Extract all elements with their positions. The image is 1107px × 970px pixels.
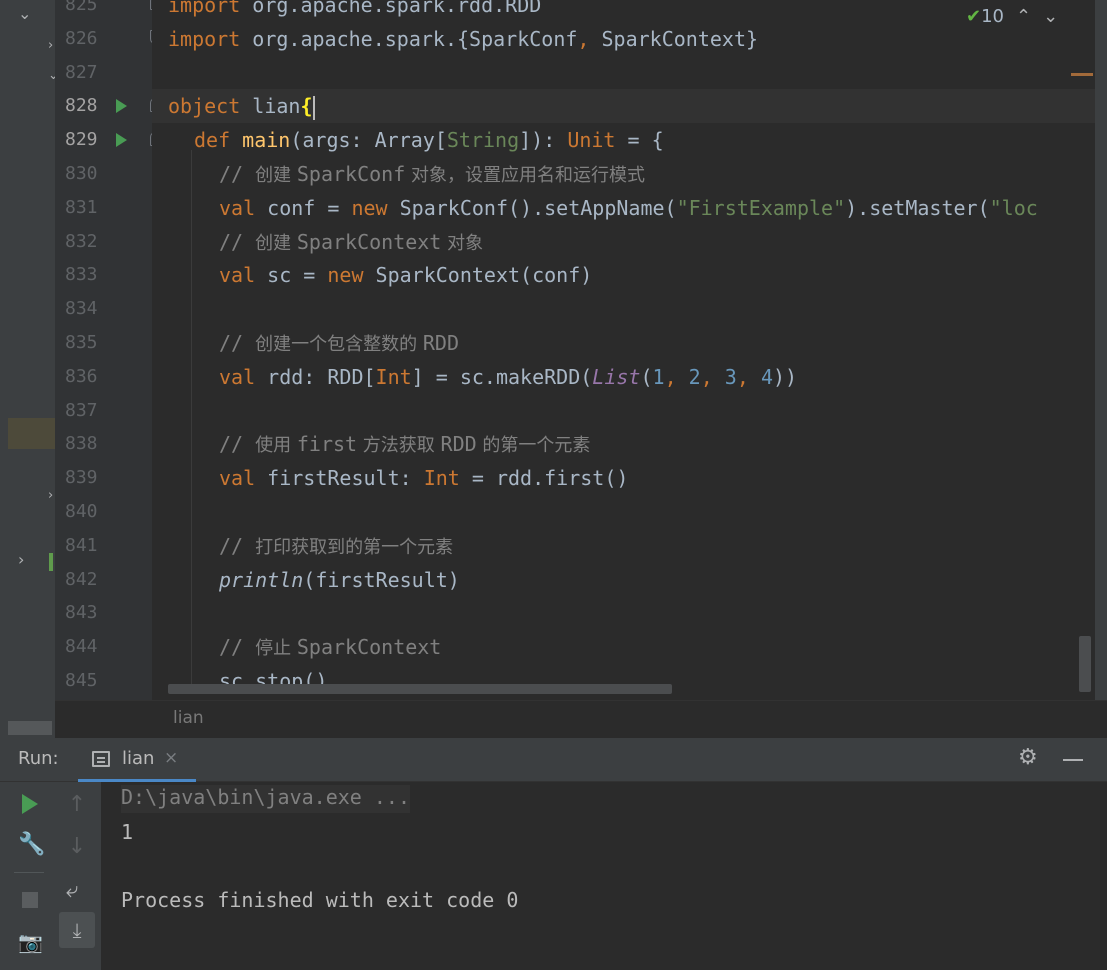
breadcrumb-item[interactable]: lian bbox=[173, 708, 204, 728]
wrench-icon[interactable]: 🔧 bbox=[18, 832, 45, 857]
tab-label: lian bbox=[122, 748, 155, 769]
line-number: 843 bbox=[65, 602, 98, 623]
run-console[interactable]: ↑ 🔧 ↓ ⤶ ⤓ 📷 D:\java\bin\java.exe ... 1 P… bbox=[0, 782, 1107, 970]
line-number: 833 bbox=[65, 264, 98, 285]
console-exit-message: Process finished with exit code 0 bbox=[121, 888, 519, 912]
project-tool-strip: ⌄ › ⌄ › › bbox=[0, 0, 59, 738]
console-output-line: 1 bbox=[121, 820, 134, 844]
line-number: 838 bbox=[65, 433, 98, 454]
chevron-up-icon[interactable]: ⌃ bbox=[1016, 6, 1031, 27]
chevron-down-icon[interactable]: ⌄ bbox=[18, 4, 31, 23]
line-number: 831 bbox=[65, 197, 98, 218]
arrow-up-icon[interactable]: ↑ bbox=[66, 792, 88, 817]
inspection-count: 10 bbox=[981, 6, 1004, 27]
chevron-right-icon[interactable]: › bbox=[48, 38, 53, 53]
toolbar-divider bbox=[14, 872, 44, 873]
run-panel-header: Run: lian × ⚙ bbox=[0, 738, 1107, 782]
code-line-841[interactable]: // 打印获取到的第一个元素 bbox=[219, 529, 453, 563]
line-number: 829 bbox=[65, 129, 98, 150]
line-number: 835 bbox=[65, 332, 98, 353]
console-command-line[interactable]: D:\java\bin\java.exe ... bbox=[121, 785, 410, 813]
selected-file-highlight bbox=[8, 418, 55, 449]
line-number: 836 bbox=[65, 366, 98, 387]
run-tab-lian[interactable]: lian × bbox=[78, 738, 196, 782]
soft-wrap-icon[interactable]: ⤶ bbox=[66, 878, 78, 903]
run-toolbar: ↑ 🔧 ↓ ⤶ ⤓ 📷 bbox=[0, 782, 101, 970]
vertical-scrollbar-thumb[interactable] bbox=[1079, 636, 1091, 692]
line-number: 842 bbox=[65, 569, 98, 590]
code-line-828[interactable]: object lian{ bbox=[168, 89, 315, 123]
line-number: 832 bbox=[65, 231, 98, 252]
breadcrumb[interactable]: lian bbox=[55, 700, 1107, 738]
console-icon bbox=[92, 751, 110, 767]
line-number: 830 bbox=[65, 163, 98, 184]
code-line-826[interactable]: import org.apache.spark.{SparkConf, Spar… bbox=[168, 22, 758, 56]
chevron-right-icon[interactable]: › bbox=[18, 550, 24, 569]
code-line-835[interactable]: // 创建一个包含整数的 RDD bbox=[219, 326, 459, 360]
scroll-to-end-icon[interactable]: ⤓ bbox=[59, 912, 95, 948]
line-number: 837 bbox=[65, 400, 98, 421]
run-main-icon[interactable] bbox=[116, 133, 127, 147]
rerun-icon[interactable] bbox=[22, 794, 38, 814]
code-line-836[interactable]: val rdd: RDD[Int] = sc.makeRDD(List(1, 2… bbox=[219, 360, 797, 394]
code-line-832[interactable]: // 创建 SparkContext 对象 bbox=[219, 225, 483, 259]
code-line-839[interactable]: val firstResult: Int = rdd.first() bbox=[219, 461, 628, 495]
code-line-830[interactable]: // 创建 SparkConf 对象，设置应用名和运行模式 bbox=[219, 157, 645, 191]
check-icon: ✔ bbox=[966, 6, 982, 27]
scrollbar-thumb[interactable] bbox=[8, 721, 52, 735]
line-number: 844 bbox=[65, 636, 98, 657]
line-number: 840 bbox=[65, 501, 98, 522]
code-line-825[interactable]: import org.apache.spark.rdd.RDD bbox=[168, 0, 541, 22]
right-tool-strip[interactable] bbox=[1095, 0, 1107, 700]
arrow-down-icon[interactable]: ↓ bbox=[66, 834, 88, 859]
line-number: 827 bbox=[65, 62, 98, 83]
run-label: Run: bbox=[18, 748, 59, 769]
code-line-842[interactable]: println(firstResult) bbox=[219, 563, 460, 597]
gear-icon[interactable]: ⚙ bbox=[1018, 745, 1038, 770]
horizontal-scrollbar-thumb[interactable] bbox=[168, 684, 672, 694]
error-stripe-marker[interactable] bbox=[1071, 73, 1093, 76]
code-editor[interactable]: import org.apache.spark.rdd.RDD import o… bbox=[152, 0, 1095, 700]
line-number-gutter: 825 826 827 828 829 830 831 832 833 834 … bbox=[55, 0, 152, 700]
line-number: 845 bbox=[65, 670, 98, 691]
code-line-833[interactable]: val sc = new SparkContext(conf) bbox=[219, 258, 592, 292]
code-line-831[interactable]: val conf = new SparkConf().setAppName("F… bbox=[219, 191, 1038, 225]
code-line-838[interactable]: // 使用 first 方法获取 RDD 的第一个元素 bbox=[219, 427, 590, 461]
line-number: 834 bbox=[65, 298, 98, 319]
chevron-right-icon[interactable]: › bbox=[48, 488, 53, 503]
stop-icon[interactable] bbox=[22, 892, 38, 908]
line-number: 826 bbox=[65, 28, 98, 49]
minimize-icon[interactable] bbox=[1063, 759, 1083, 761]
run-object-icon[interactable] bbox=[116, 99, 127, 113]
line-number: 841 bbox=[65, 535, 98, 556]
text-caret bbox=[312, 95, 315, 120]
close-icon[interactable]: × bbox=[164, 748, 178, 768]
inspection-widget[interactable]: ✔10 ⌃ ⌄ bbox=[966, 6, 1058, 27]
camera-icon[interactable]: 📷 bbox=[18, 930, 43, 954]
line-number: 839 bbox=[65, 467, 98, 488]
vcs-change-marker bbox=[49, 553, 53, 571]
code-line-829[interactable]: def main(args: Array[String]): Unit = { bbox=[194, 123, 664, 157]
code-line-844[interactable]: // 停止 SparkContext bbox=[219, 630, 441, 664]
line-number: 828 bbox=[65, 95, 98, 116]
indent-guide bbox=[191, 150, 192, 690]
line-number: 825 bbox=[65, 0, 98, 15]
chevron-down-icon[interactable]: ⌄ bbox=[1043, 6, 1058, 27]
